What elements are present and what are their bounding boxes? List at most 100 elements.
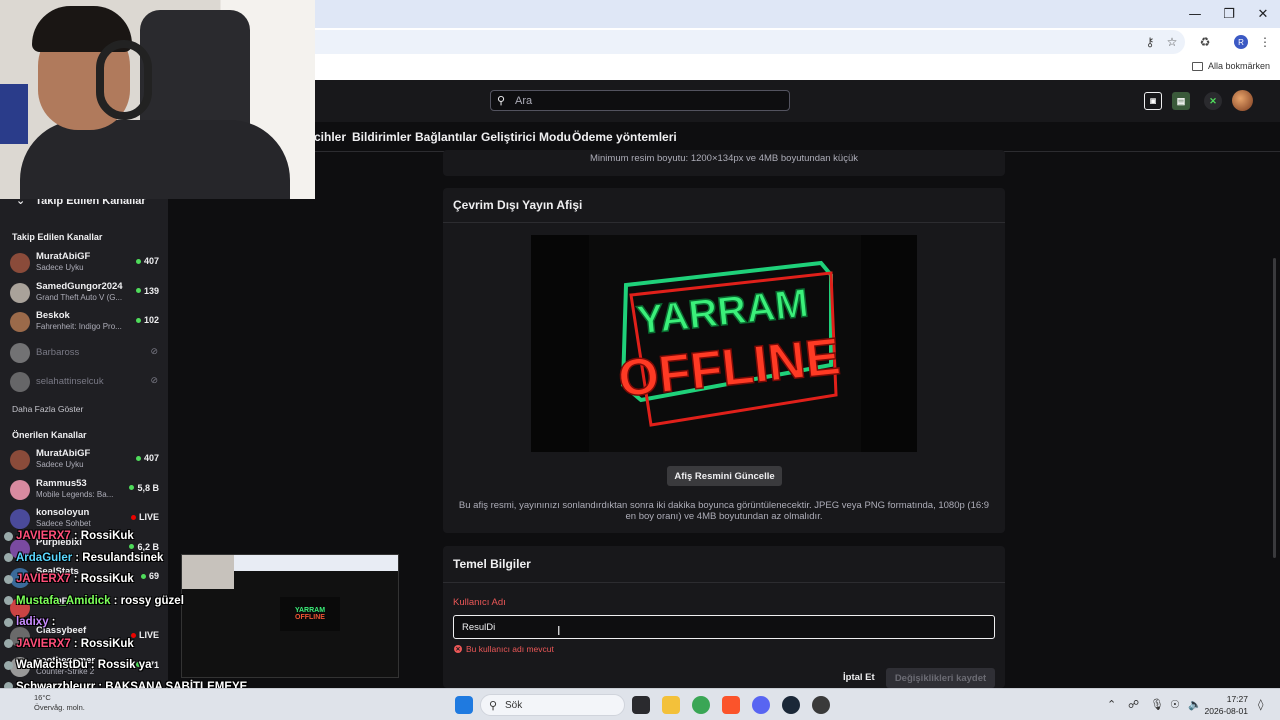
chat-text: : rossy güzel	[113, 594, 184, 607]
sidebar-channel[interactable]: MuratAbiGF Sadece Uyku 407	[10, 446, 162, 472]
notification-bell-icon[interactable]: ◊	[1258, 698, 1263, 711]
update-banner-button[interactable]: Afiş Resmini Güncelle	[667, 466, 782, 486]
bookmark-star-icon[interactable]: ☆	[1165, 35, 1179, 49]
start-icon[interactable]	[455, 696, 473, 714]
wifi-icon[interactable]: ☉	[1170, 698, 1180, 711]
username-error-text: Bu kullanıcı adı mevcut	[466, 644, 554, 654]
chat-username: JAVIERX7	[16, 573, 71, 585]
chat-badge-icon	[4, 596, 13, 605]
viewer-count-text: 102	[143, 315, 159, 325]
inbox-icon[interactable]: ▤	[1172, 92, 1190, 110]
live-dot-icon	[135, 288, 141, 293]
task-view-icon[interactable]	[632, 696, 650, 714]
viewer-count: 69	[140, 571, 159, 581]
channel-name: Rammus53	[36, 477, 87, 489]
tab-notifications[interactable]: Bildirimler	[352, 130, 411, 144]
basic-info-title: Temel Bilgiler	[453, 557, 531, 571]
channel-avatar	[10, 312, 30, 332]
file-explorer-icon[interactable]	[662, 696, 680, 714]
clock[interactable]: 17:27 2026-08-01	[1205, 693, 1248, 717]
tray-chevron-icon[interactable]: ⌃	[1107, 698, 1116, 711]
live-dot-icon	[135, 317, 141, 323]
volume-icon[interactable]: 🔈	[1188, 698, 1202, 711]
sidebar-channel[interactable]: Barbaross ⊘	[10, 339, 162, 365]
windows-taskbar: 16°C Övervåg. moln. ⚲ Sök ⌃ ☍ 🎙 ☉ 🔈 17:2…	[0, 688, 1280, 720]
offline-card-title: Çevrim Dışı Yayın Afişi	[453, 198, 583, 212]
extensions-icon[interactable]: ♻	[1197, 34, 1213, 50]
sidebar-channel[interactable]: selahattinselcuk ⊘	[10, 368, 162, 394]
taskbar-search[interactable]: ⚲ Sök	[480, 694, 625, 716]
search-placeholder: Ara	[515, 95, 533, 107]
chrome-icon[interactable]	[692, 696, 710, 714]
sidebar-channel[interactable]: SamedGungor2024 Grand Theft Auto V (G... 1…	[10, 279, 162, 305]
chat-message: WaMachstDu: Rossik ya	[4, 659, 152, 671]
banner-graphic: YARRAM OFFLINE	[589, 235, 861, 452]
search-icon: ⚲	[489, 699, 498, 712]
bits-icon[interactable]: ✕	[1204, 92, 1222, 110]
crown-icon[interactable]: ▣	[1144, 92, 1162, 110]
preview-banner: YARRAM OFFLINE	[280, 597, 340, 631]
brave-icon[interactable]	[722, 696, 740, 714]
sidebar-channel[interactable]: Beskok Fahrenheit: Indigo Pro... 102	[10, 308, 162, 334]
discord-icon[interactable]	[752, 696, 770, 714]
cancel-button[interactable]: İptal Et	[843, 672, 875, 683]
channel-name: Barbaross	[36, 347, 80, 358]
live-dot-icon	[130, 514, 136, 520]
user-avatar[interactable]	[1232, 90, 1253, 111]
profile-avatar[interactable]: R	[1234, 35, 1248, 49]
tab-connections[interactable]: Bağlantılar	[415, 130, 477, 144]
network-icon[interactable]: ☍	[1128, 698, 1139, 711]
steam-icon[interactable]	[782, 696, 800, 714]
chat-username: JAVIERX7	[16, 637, 71, 650]
username-label: Kullanıcı Adı	[453, 597, 506, 608]
search-input[interactable]: ⚲ Ara	[490, 90, 790, 111]
mic-icon[interactable]: 🎙	[1150, 698, 1164, 711]
minimize-icon[interactable]: —	[1178, 0, 1212, 28]
viewer-count: 5,8 B	[129, 483, 159, 493]
webcam-overlay	[0, 0, 315, 199]
clock-date: 2026-08-01	[1204, 706, 1248, 716]
channel-avatar	[10, 282, 30, 303]
channel-avatar	[10, 372, 30, 392]
divider	[443, 222, 1005, 223]
chat-text: :	[51, 616, 56, 628]
chat-badge-icon	[4, 553, 13, 562]
tab-payment-methods[interactable]: Ödeme yöntemleri	[572, 130, 677, 144]
menu-kebab-icon[interactable]: ⋮	[1257, 34, 1273, 50]
chat-badge-icon	[4, 574, 13, 584]
obs-icon[interactable]	[812, 696, 830, 714]
sidebar-channel[interactable]: Rammus53 Mobile Legends: Ba... 5,8 B	[10, 476, 162, 502]
preview-cam	[182, 555, 234, 589]
channel-game: Sadece Sohbet	[36, 519, 91, 528]
chat-text: : RossiKuk	[73, 637, 134, 650]
viewer-count-text: LIVE	[138, 512, 159, 522]
password-key-icon[interactable]: ⚷	[1143, 35, 1157, 49]
channel-name: selahattinselcuk	[36, 376, 104, 387]
tab-developer-mode[interactable]: Geliştirici Modu	[481, 130, 571, 144]
restore-icon[interactable]: ❐	[1212, 0, 1246, 28]
viewer-count: 407	[135, 256, 159, 266]
show-more-link[interactable]: Daha Fazla Göster	[12, 404, 83, 414]
offline-icon: ⊘	[150, 347, 158, 357]
username-input[interactable]: ResulDi	[453, 615, 995, 639]
tab-security[interactable]: cihler	[314, 130, 346, 144]
save-button[interactable]: Değişiklikleri kaydet	[886, 668, 995, 688]
all-bookmarks-button[interactable]: Alla bokmärken	[1191, 61, 1270, 71]
offline-banner-image: YARRAM OFFLINE	[531, 235, 917, 452]
channel-name: MuratAbiGF	[36, 251, 91, 262]
scrollbar[interactable]	[1273, 258, 1276, 558]
channel-name: Beskok	[36, 310, 70, 321]
sidebar-channel[interactable]: konsoloyun Sadece Sohbet LIVE	[10, 505, 162, 531]
chat-username: ladixy	[16, 616, 49, 628]
close-icon[interactable]: ✕	[1246, 0, 1280, 28]
sidebar-channel[interactable]: MuratAbiGF Sadece Uyku 407	[10, 249, 162, 275]
channel-game: Mobile Legends: Ba...	[36, 489, 114, 499]
weather-widget[interactable]: 16°C Övervåg. moln.	[34, 693, 85, 713]
viewer-count-text: LIVE	[138, 630, 159, 640]
address-bar[interactable]: ⚷ ☆	[315, 30, 1185, 54]
viewer-count: LIVE	[130, 630, 159, 640]
live-dot-icon	[135, 455, 141, 461]
chat-text: : Resulandsinek	[75, 551, 164, 564]
chat-message: Mustafa_Amidick: rossy güzel	[4, 595, 184, 607]
viewer-count: LIVE	[130, 512, 159, 522]
